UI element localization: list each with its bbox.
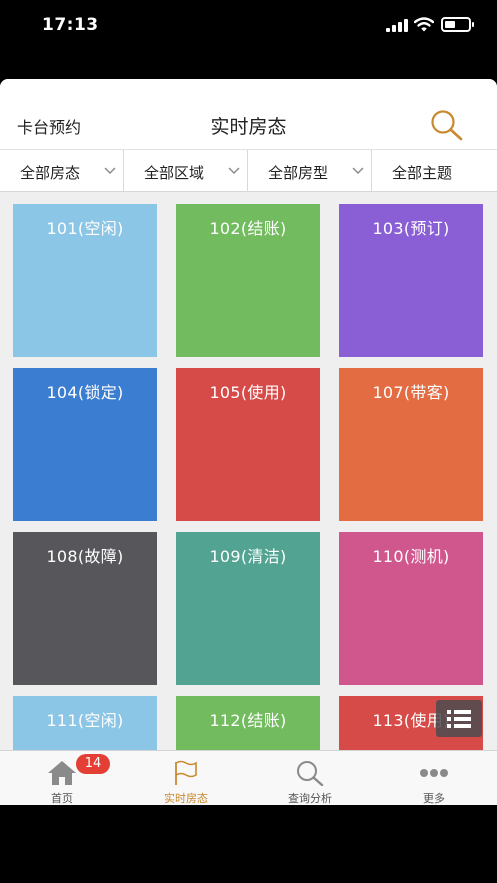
tab-label: 查询分析 bbox=[288, 792, 332, 805]
status-time: 17:13 bbox=[42, 15, 99, 35]
room-label: 105(使用) bbox=[209, 383, 287, 402]
battery-fill bbox=[445, 21, 455, 28]
room-label: 110(测机) bbox=[372, 547, 450, 566]
search-icon bbox=[297, 761, 324, 786]
room-tile[interactable]: 107(带客) bbox=[339, 368, 483, 521]
home-icon bbox=[48, 761, 76, 785]
room-grid: 101(空闲) 102(结账) 103(预订) 104(锁定) 105(使用) … bbox=[0, 192, 497, 752]
filter-theme[interactable]: 全部主题 bbox=[372, 150, 497, 192]
more-icon bbox=[420, 769, 448, 777]
filter-label: 全部主题 bbox=[392, 164, 453, 182]
room-tile[interactable]: 102(结账) bbox=[176, 204, 320, 357]
tab-room-status[interactable]: 实时房态 bbox=[124, 751, 248, 805]
room-tile[interactable]: 101(空闲) bbox=[13, 204, 157, 357]
tab-home[interactable]: 14 首页 bbox=[0, 751, 124, 805]
cellular-signal-icon bbox=[386, 19, 408, 32]
room-label: 102(结账) bbox=[209, 219, 287, 238]
room-tile[interactable]: 108(故障) bbox=[13, 532, 157, 685]
chevron-down-icon bbox=[104, 167, 116, 174]
chevron-down-icon bbox=[352, 167, 364, 174]
room-tile[interactable]: 103(预订) bbox=[339, 204, 483, 357]
room-label: 111(空闲) bbox=[46, 711, 124, 730]
filter-area[interactable]: 全部区域 bbox=[124, 150, 248, 192]
navigation-bar: 卡台预约 实时房态 bbox=[0, 79, 497, 149]
tab-label: 实时房态 bbox=[164, 792, 208, 805]
filter-label: 全部房型 bbox=[268, 164, 329, 182]
filter-bar: 全部房态 全部区域 全部房型 全部主题 bbox=[0, 149, 497, 192]
search-icon[interactable] bbox=[430, 109, 464, 141]
list-icon bbox=[447, 710, 471, 728]
room-label: 104(锁定) bbox=[46, 383, 124, 402]
wifi-icon bbox=[414, 17, 434, 32]
room-label: 109(清洁) bbox=[209, 547, 287, 566]
room-label: 101(空闲) bbox=[46, 219, 124, 238]
tab-bar: 14 首页 实时房态 查询分析 更多 bbox=[0, 750, 497, 805]
chevron-down-icon bbox=[228, 167, 240, 174]
home-indicator-area bbox=[0, 805, 497, 883]
tab-label: 更多 bbox=[423, 792, 445, 805]
room-tile[interactable]: 111(空闲) bbox=[13, 696, 157, 752]
room-tile[interactable]: 104(锁定) bbox=[13, 368, 157, 521]
tab-label: 首页 bbox=[51, 792, 73, 805]
room-tile[interactable]: 109(清洁) bbox=[176, 532, 320, 685]
room-tile[interactable]: 112(结账) bbox=[176, 696, 320, 752]
flag-icon bbox=[175, 760, 197, 785]
room-label: 112(结账) bbox=[209, 711, 287, 730]
filter-label: 全部房态 bbox=[20, 164, 81, 182]
tab-more[interactable]: 更多 bbox=[372, 751, 496, 805]
room-label: 103(预订) bbox=[372, 219, 450, 238]
status-bar: 17:13 bbox=[0, 0, 497, 52]
filter-room-type[interactable]: 全部房型 bbox=[248, 150, 372, 192]
filter-label: 全部区域 bbox=[144, 164, 205, 182]
room-tile[interactable]: 110(测机) bbox=[339, 532, 483, 685]
room-tile[interactable]: 105(使用) bbox=[176, 368, 320, 521]
app-screen: 卡台预约 实时房态 全部房态 全部区域 全部房型 全部主题 101(空闲) 10… bbox=[0, 79, 497, 805]
tab-query-analysis[interactable]: 查询分析 bbox=[248, 751, 372, 805]
room-label: 108(故障) bbox=[46, 547, 124, 566]
list-view-button[interactable] bbox=[436, 700, 482, 737]
battery-icon bbox=[441, 17, 474, 32]
room-label: 107(带客) bbox=[372, 383, 450, 402]
notification-badge: 14 bbox=[76, 754, 110, 774]
filter-room-status[interactable]: 全部房态 bbox=[0, 150, 124, 192]
page-title: 实时房态 bbox=[210, 116, 287, 138]
